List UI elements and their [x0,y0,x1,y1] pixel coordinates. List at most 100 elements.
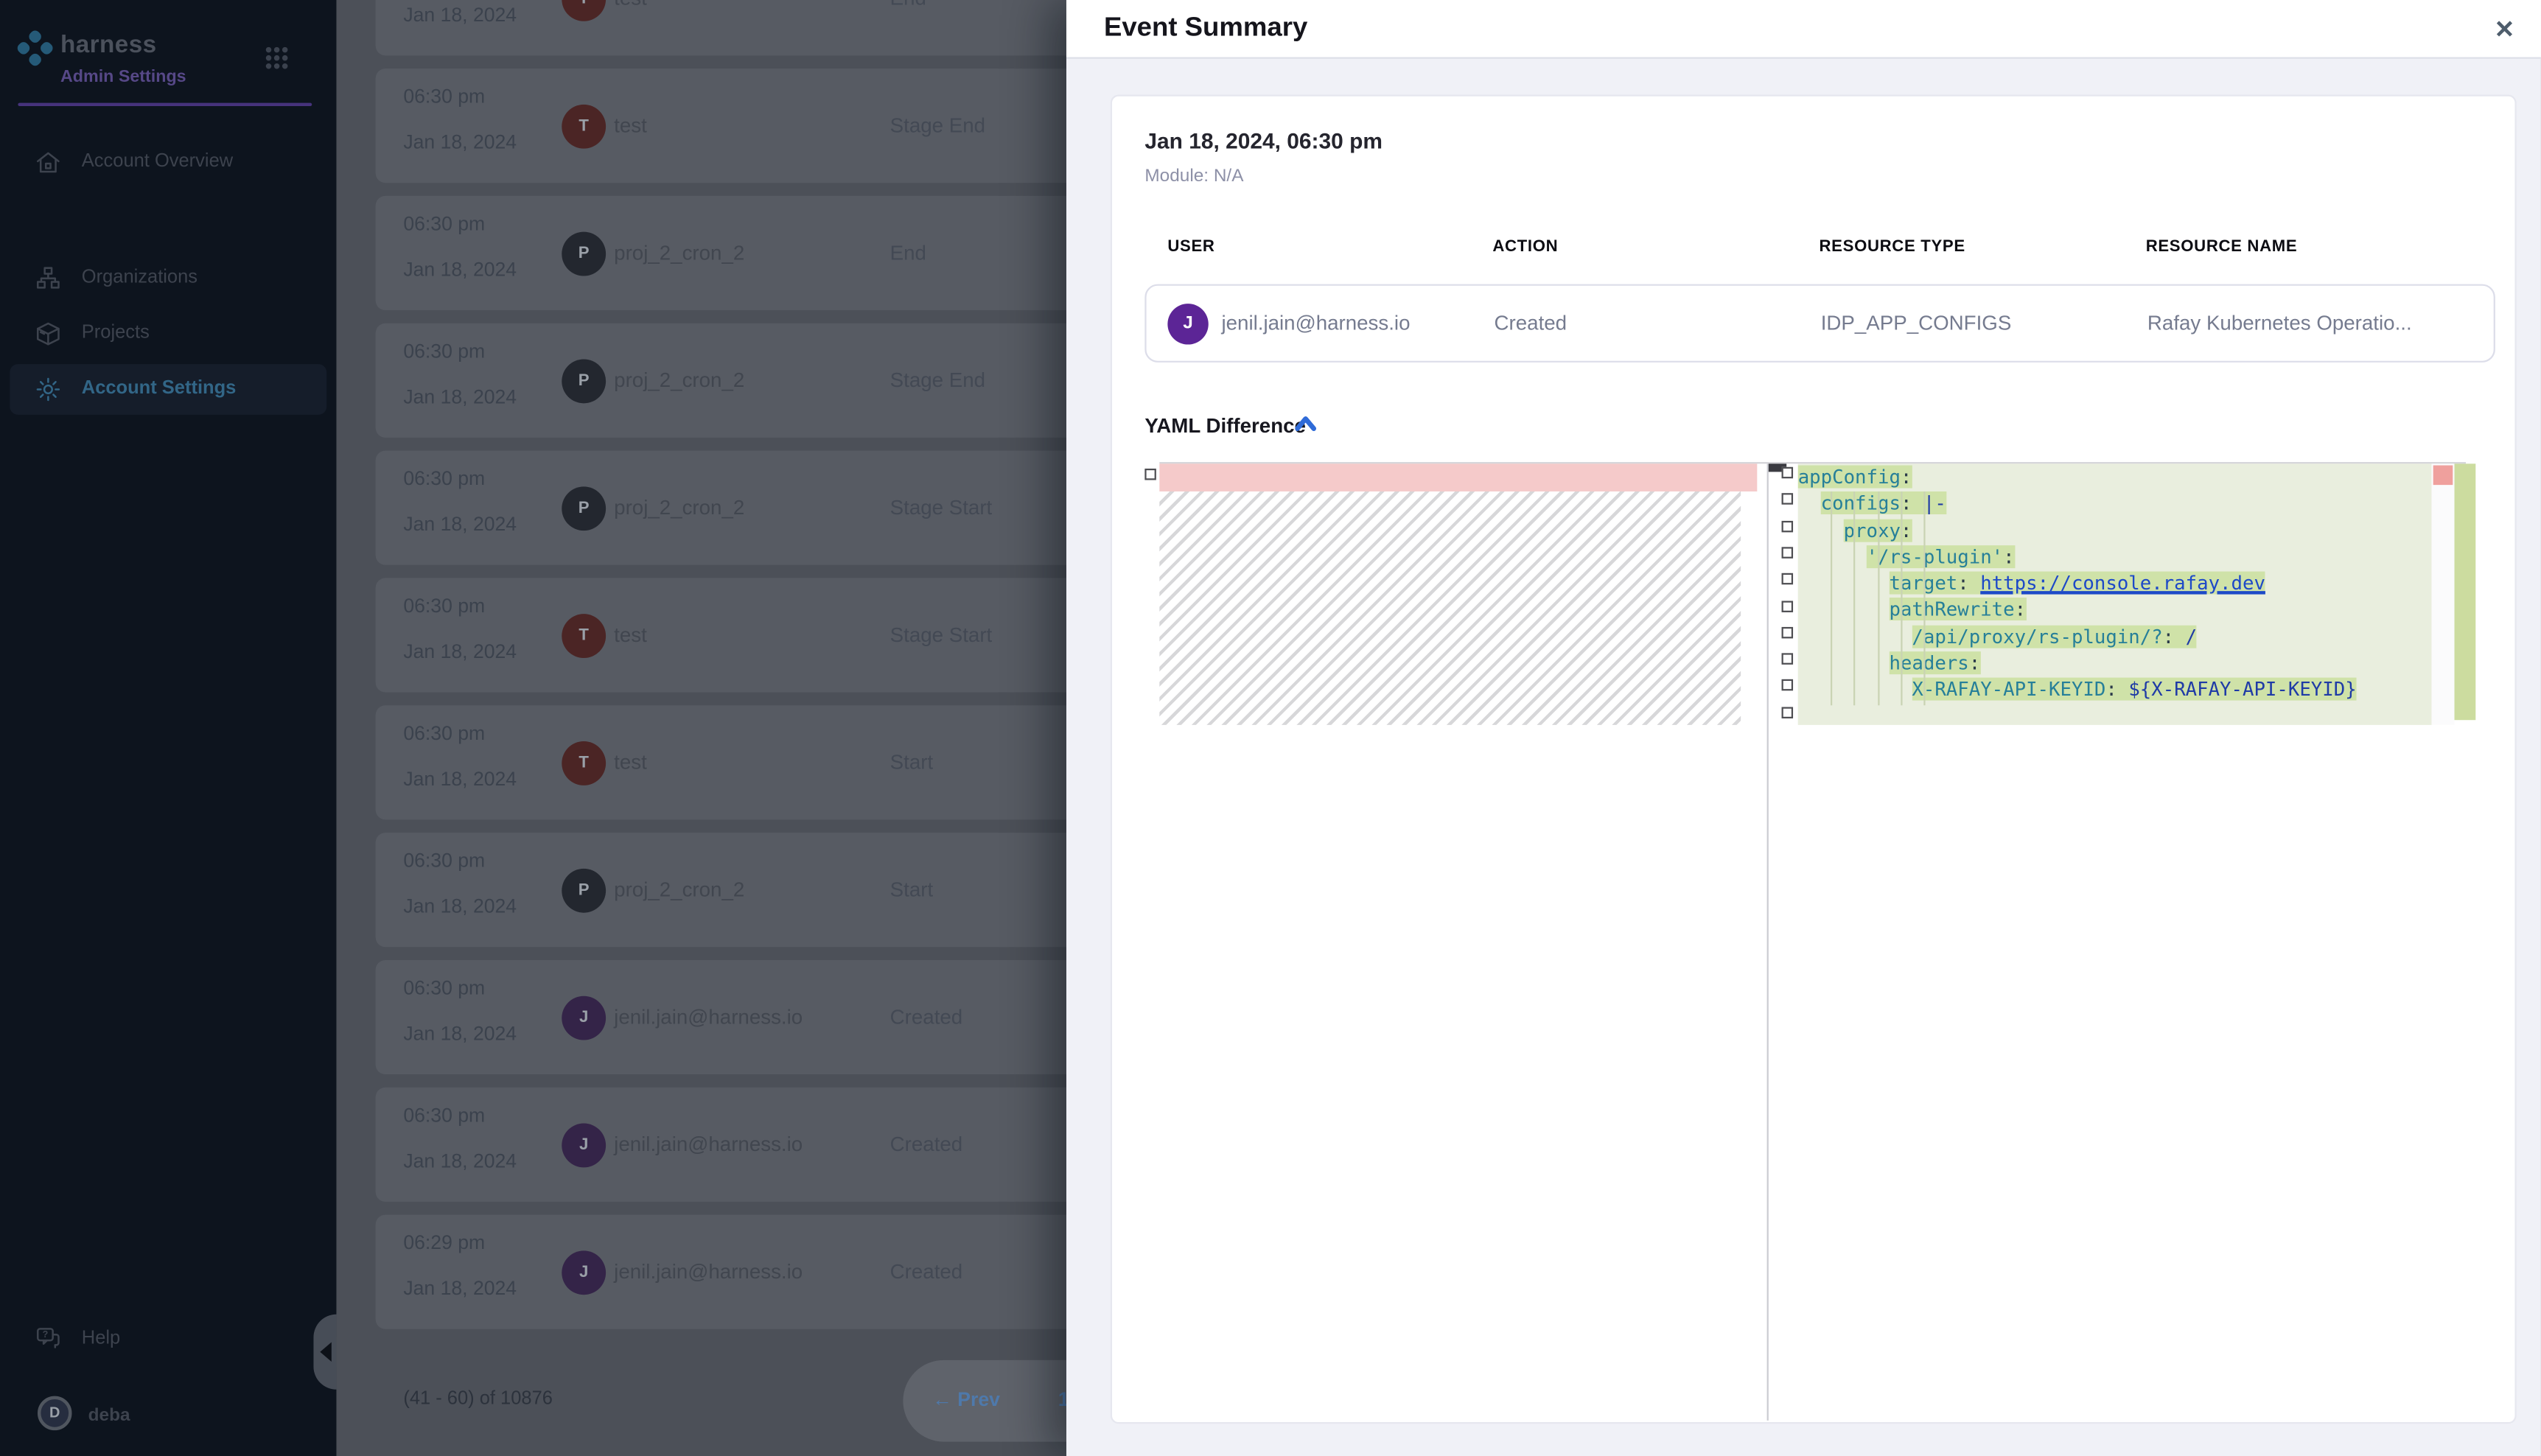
yaml-diff-editor: appConfig: configs: |- proxy: '/rs-plugi… [1135,462,2494,1422]
event-datetime: Jan 18, 2024, 06:30 pm [1144,129,1383,153]
diff-line-marker-icon[interactable] [1782,680,1794,692]
row-user-name: proj_2_cron_2 [614,878,744,901]
row-action: Stage End [890,114,985,137]
diff-line-marker-icon[interactable] [1782,520,1794,532]
row-date: Jan 18, 2024 [403,1022,517,1045]
diff-line-marker-icon[interactable] [1782,467,1794,479]
indent-guide [1877,491,1878,705]
yaml-difference-label: YAML Difference [1144,415,1306,438]
help-button[interactable]: ? Help [10,1316,326,1362]
user-avatar: D [38,1396,72,1431]
avatar: P [562,359,606,403]
ruler-removed-marker [2433,466,2453,486]
avatar: J [562,996,606,1040]
sidebar-item-organizations[interactable]: Organizations [10,253,326,304]
diff-code-line: headers: [1798,650,2432,676]
chevron-up-icon [1295,415,1316,433]
app-grid-icon[interactable] [265,46,289,70]
diff-code-line: proxy: [1798,517,2432,544]
row-user-name: jenil.jain@harness.io [614,1261,803,1284]
diff-sash[interactable] [1767,463,1769,1421]
event-resource-name: Rafay Kubernetes Operatio... [2147,312,2412,335]
avatar: T [562,741,606,785]
col-header-user: USER [1167,239,1214,256]
diff-code-line: appConfig: [1798,463,2432,490]
avatar: T [562,105,606,149]
sidebar: harness Admin Settings Account Overview … [0,0,336,1456]
row-time: 06:30 pm [403,721,485,744]
ruler-added-marker [2454,463,2475,720]
sidebar-item-label: Account Overview [82,152,233,172]
diff-line-marker-icon[interactable] [1144,469,1156,480]
row-time: 06:30 pm [403,467,485,490]
sidebar-item-projects[interactable]: Projects [10,309,326,360]
row-time: 06:30 pm [403,849,485,872]
row-time: 06:30 pm [403,1104,485,1127]
avatar: T [562,614,606,658]
col-header-action: ACTION [1492,239,1558,256]
sidebar-item-account-settings[interactable]: Account Settings [10,364,326,415]
diff-gutter-squares [1782,463,1797,729]
yaml-difference-toggle[interactable]: YAML Difference [1144,411,1306,437]
row-action: Stage End [890,369,985,392]
event-resource-type: IDP_APP_CONFIGS [1821,312,2012,335]
sidebar-item-account-overview[interactable]: Account Overview [10,137,326,188]
row-date: Jan 18, 2024 [403,767,517,790]
avatar: P [562,232,606,276]
row-user-name: test [614,114,647,137]
diff-overview-ruler[interactable] [2431,463,2454,725]
event-module: Module: N/A [1144,167,1243,186]
prev-button[interactable]: ← Prev [932,1388,1000,1411]
avatar: P [562,486,606,531]
diff-line-marker-icon[interactable] [1782,707,1794,718]
avatar: P [562,869,606,913]
row-action: Stage Start [890,623,993,646]
row-time: 06:30 pm [403,340,485,363]
diff-code-line: /api/proxy/rs-plugin/?: / [1798,623,2432,650]
sidebar-item-label: Projects [82,323,150,343]
row-time: 06:29 pm [403,1231,485,1254]
col-header-resource-name: RESOURCE NAME [2146,239,2298,256]
row-time: 06:30 pm [403,212,485,235]
close-icon[interactable]: ✕ [2495,15,2515,44]
avatar: J [562,1250,606,1295]
avatar: J [562,1124,606,1168]
diff-line-marker-icon[interactable] [1782,494,1794,505]
row-user-name: test [614,751,647,774]
diff-code-line: X-RAFAY-API-KEYID: ${X-RAFAY-API-KEYID} [1798,676,2432,703]
diff-modified-pane: appConfig: configs: |- proxy: '/rs-plugi… [1798,463,2432,725]
diff-line-marker-icon[interactable] [1782,654,1794,665]
home-icon [35,149,63,177]
diff-line-marker-icon[interactable] [1782,547,1794,559]
indent-guide [1923,491,1925,705]
row-date: Jan 18, 2024 [403,258,517,281]
row-action: Start [890,751,934,774]
row-action: Created [890,1133,963,1156]
brand-name: harness [60,31,157,59]
indent-guide [1854,491,1856,705]
gear-icon [35,376,63,404]
sidebar-collapse-handle[interactable] [313,1315,336,1390]
brand-subtitle: Admin Settings [60,67,186,87]
event-row: J jenil.jain@harness.io Created IDP_APP_… [1144,284,2495,363]
diff-line-marker-icon[interactable] [1782,626,1794,638]
diff-code-line: configs: |- [1798,490,2432,517]
row-time: 06:30 pm [403,976,485,999]
harness-logo-icon [15,29,55,68]
diff-line-marker-icon[interactable] [1782,600,1794,612]
arrow-left-icon: ← [932,1388,952,1411]
screen: harness Admin Settings Account Overview … [0,0,2541,1456]
diff-code-lines: appConfig: configs: |- proxy: '/rs-plugi… [1798,463,2432,703]
diff-line-marker-icon[interactable] [1782,573,1794,585]
row-action: Stage Start [890,497,993,519]
row-date: Jan 18, 2024 [403,3,517,26]
user-menu[interactable]: D deba [10,1393,326,1438]
row-date: Jan 18, 2024 [403,1277,517,1300]
diff-code-line: '/rs-plugin': [1798,544,2432,570]
diff-empty-region [1159,491,1741,725]
diff-code-line: pathRewrite: [1798,597,2432,623]
row-user-name: jenil.jain@harness.io [614,1133,803,1156]
diff-code-line: target: https://console.rafay.dev [1798,570,2432,597]
event-user: jenil.jain@harness.io [1221,312,1410,335]
org-chart-icon [35,265,63,293]
